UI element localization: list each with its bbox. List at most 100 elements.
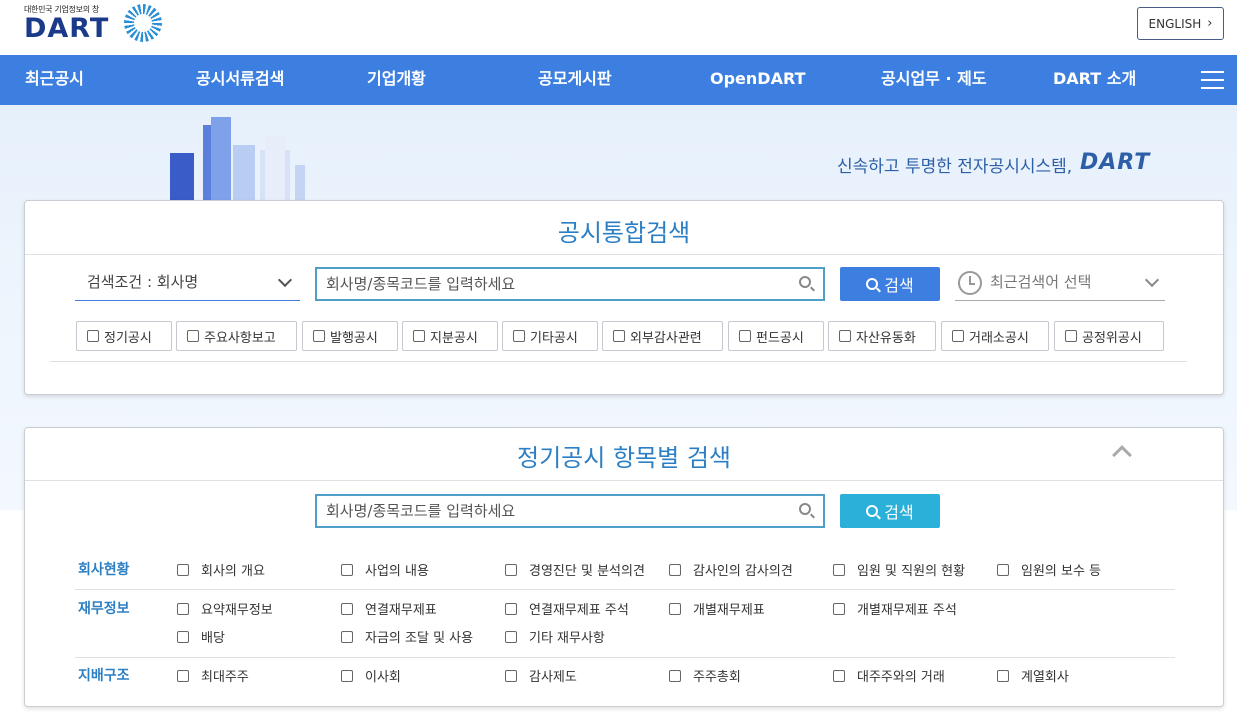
category-checkbox[interactable]: 지분공시 — [402, 321, 498, 351]
option-label: 경영진단 및 분석의견 — [529, 564, 645, 579]
checkbox-icon — [669, 669, 681, 682]
integrated-search-input[interactable] — [317, 269, 823, 299]
category-label: 외부감사관련 — [630, 330, 702, 346]
category-label: 정기공시 — [104, 330, 152, 346]
checkbox-icon — [341, 602, 353, 615]
periodic-search-input[interactable] — [317, 496, 823, 526]
english-button[interactable]: ENGLISH › — [1137, 7, 1224, 40]
checkbox-icon — [613, 330, 625, 342]
category-checkbox[interactable]: 공정위공시 — [1054, 321, 1164, 351]
option-label: 개별재무제표 주석 — [857, 603, 957, 618]
option-checkbox[interactable]: 요약재무정보 — [177, 599, 273, 618]
option-checkbox[interactable]: 회사의 개요 — [177, 560, 265, 579]
checkbox-icon — [177, 563, 189, 576]
search-condition-select[interactable]: 검색조건 : 회사명 — [75, 266, 300, 301]
divider — [25, 480, 1223, 481]
nav-item-about[interactable]: DART 소개 — [1053, 55, 1136, 105]
logo-sun-icon — [124, 4, 162, 42]
checkbox-icon — [413, 330, 425, 342]
checkbox-icon — [839, 330, 851, 342]
periodic-search-button[interactable]: 검색 — [840, 494, 940, 528]
checkbox-icon — [739, 330, 751, 342]
nav-item-doc-search[interactable]: 공시서류검색 — [196, 55, 284, 105]
option-label: 요약재무정보 — [201, 603, 273, 618]
option-checkbox[interactable]: 기타 재무사항 — [505, 627, 605, 646]
option-label: 주주총회 — [693, 670, 741, 685]
checkbox-icon — [187, 330, 199, 342]
divider — [75, 589, 1175, 590]
option-label: 임원 및 직원의 현황 — [857, 564, 966, 579]
dart-logo[interactable]: 대한민국 기업정보의 창 DART — [24, 4, 164, 44]
category-checkbox[interactable]: 자산유동화 — [828, 321, 936, 351]
category-label: 기타공시 — [530, 330, 578, 346]
checkbox-icon — [505, 669, 517, 682]
option-label: 감사인의 감사의견 — [693, 564, 793, 579]
group-label-company: 회사현황 — [78, 562, 130, 578]
category-checkbox[interactable]: 주요사항보고 — [176, 321, 297, 351]
category-checkbox[interactable]: 정기공시 — [76, 321, 172, 351]
option-checkbox[interactable]: 이사회 — [341, 666, 401, 685]
nav-item-system[interactable]: 공시업무 · 제도 — [881, 55, 987, 105]
category-checkbox[interactable]: 펀드공시 — [728, 321, 824, 351]
integrated-search-button[interactable]: 검색 — [840, 267, 940, 301]
integrated-search-title: 공시통합검색 — [557, 219, 691, 247]
option-checkbox[interactable]: 주주총회 — [669, 666, 741, 685]
category-label: 주요사항보고 — [204, 330, 276, 346]
checkbox-icon — [669, 602, 681, 615]
hero-slogan: 신속하고 투명한 전자공시시스템, — [837, 157, 1073, 177]
option-checkbox[interactable]: 자금의 조달 및 사용 — [341, 627, 473, 646]
category-checkbox[interactable]: 기타공시 — [502, 321, 598, 351]
nav-item-opendart[interactable]: OpenDART — [710, 55, 805, 105]
divider — [25, 254, 1223, 255]
option-label: 배당 — [201, 631, 225, 646]
option-checkbox[interactable]: 경영진단 및 분석의견 — [505, 560, 645, 579]
nav-item-offering[interactable]: 공모게시판 — [538, 55, 612, 105]
checkbox-icon — [177, 669, 189, 682]
english-label: ENGLISH — [1148, 16, 1202, 31]
option-checkbox[interactable]: 개별재무제표 — [669, 599, 765, 618]
option-label: 연결재무제표 주석 — [529, 603, 629, 618]
option-checkbox[interactable]: 연결재무제표 주석 — [505, 599, 629, 618]
periodic-search-title: 정기공시 항목별 검색 — [517, 444, 731, 472]
option-checkbox[interactable]: 사업의 내용 — [341, 560, 429, 579]
category-checkbox[interactable]: 거래소공시 — [941, 321, 1049, 351]
nav-item-recent[interactable]: 최근공시 — [25, 55, 84, 105]
option-checkbox[interactable]: 대주주와의 거래 — [833, 666, 945, 685]
category-checkbox[interactable]: 외부감사관련 — [602, 321, 723, 351]
search-icon — [799, 503, 811, 515]
option-label: 최대주주 — [201, 670, 249, 685]
recent-search-select[interactable]: 최근검색어 선택 — [955, 266, 1165, 301]
option-checkbox[interactable]: 임원 및 직원의 현황 — [833, 560, 965, 579]
option-label: 이사회 — [365, 670, 401, 685]
option-checkbox[interactable]: 감사제도 — [505, 666, 577, 685]
option-label: 연결재무제표 — [365, 603, 437, 618]
option-label: 감사제도 — [529, 670, 577, 685]
option-checkbox[interactable]: 임원의 보수 등 — [997, 560, 1101, 579]
checkbox-icon — [833, 602, 845, 615]
option-checkbox[interactable]: 계열회사 — [997, 666, 1069, 685]
chevron-right-icon: › — [1207, 16, 1213, 31]
option-label: 개별재무제표 — [693, 603, 765, 618]
category-label: 발행공시 — [330, 330, 378, 346]
search-icon — [799, 276, 811, 288]
nav-item-company[interactable]: 기업개황 — [367, 55, 426, 105]
checkbox-icon — [177, 630, 189, 643]
category-checkbox[interactable]: 발행공시 — [302, 321, 398, 351]
search-button-label: 검색 — [884, 276, 914, 295]
search-button-label: 검색 — [884, 503, 914, 522]
checkbox-icon — [1065, 330, 1077, 342]
option-checkbox[interactable]: 최대주주 — [177, 666, 249, 685]
option-checkbox[interactable]: 배당 — [177, 627, 225, 646]
option-checkbox[interactable]: 연결재무제표 — [341, 599, 437, 618]
option-checkbox[interactable]: 감사인의 감사의견 — [669, 560, 793, 579]
checkbox-icon — [341, 563, 353, 576]
chevron-down-icon — [1144, 272, 1160, 288]
search-condition-value: 검색조건 : 회사명 — [87, 273, 199, 291]
option-label: 사업의 내용 — [365, 564, 429, 579]
option-checkbox[interactable]: 개별재무제표 주석 — [833, 599, 957, 618]
option-label: 자금의 조달 및 사용 — [365, 631, 474, 646]
checkbox-icon — [505, 563, 517, 576]
hamburger-menu-icon[interactable] — [1201, 71, 1224, 89]
checkbox-icon — [669, 563, 681, 576]
checkbox-icon — [513, 330, 525, 342]
